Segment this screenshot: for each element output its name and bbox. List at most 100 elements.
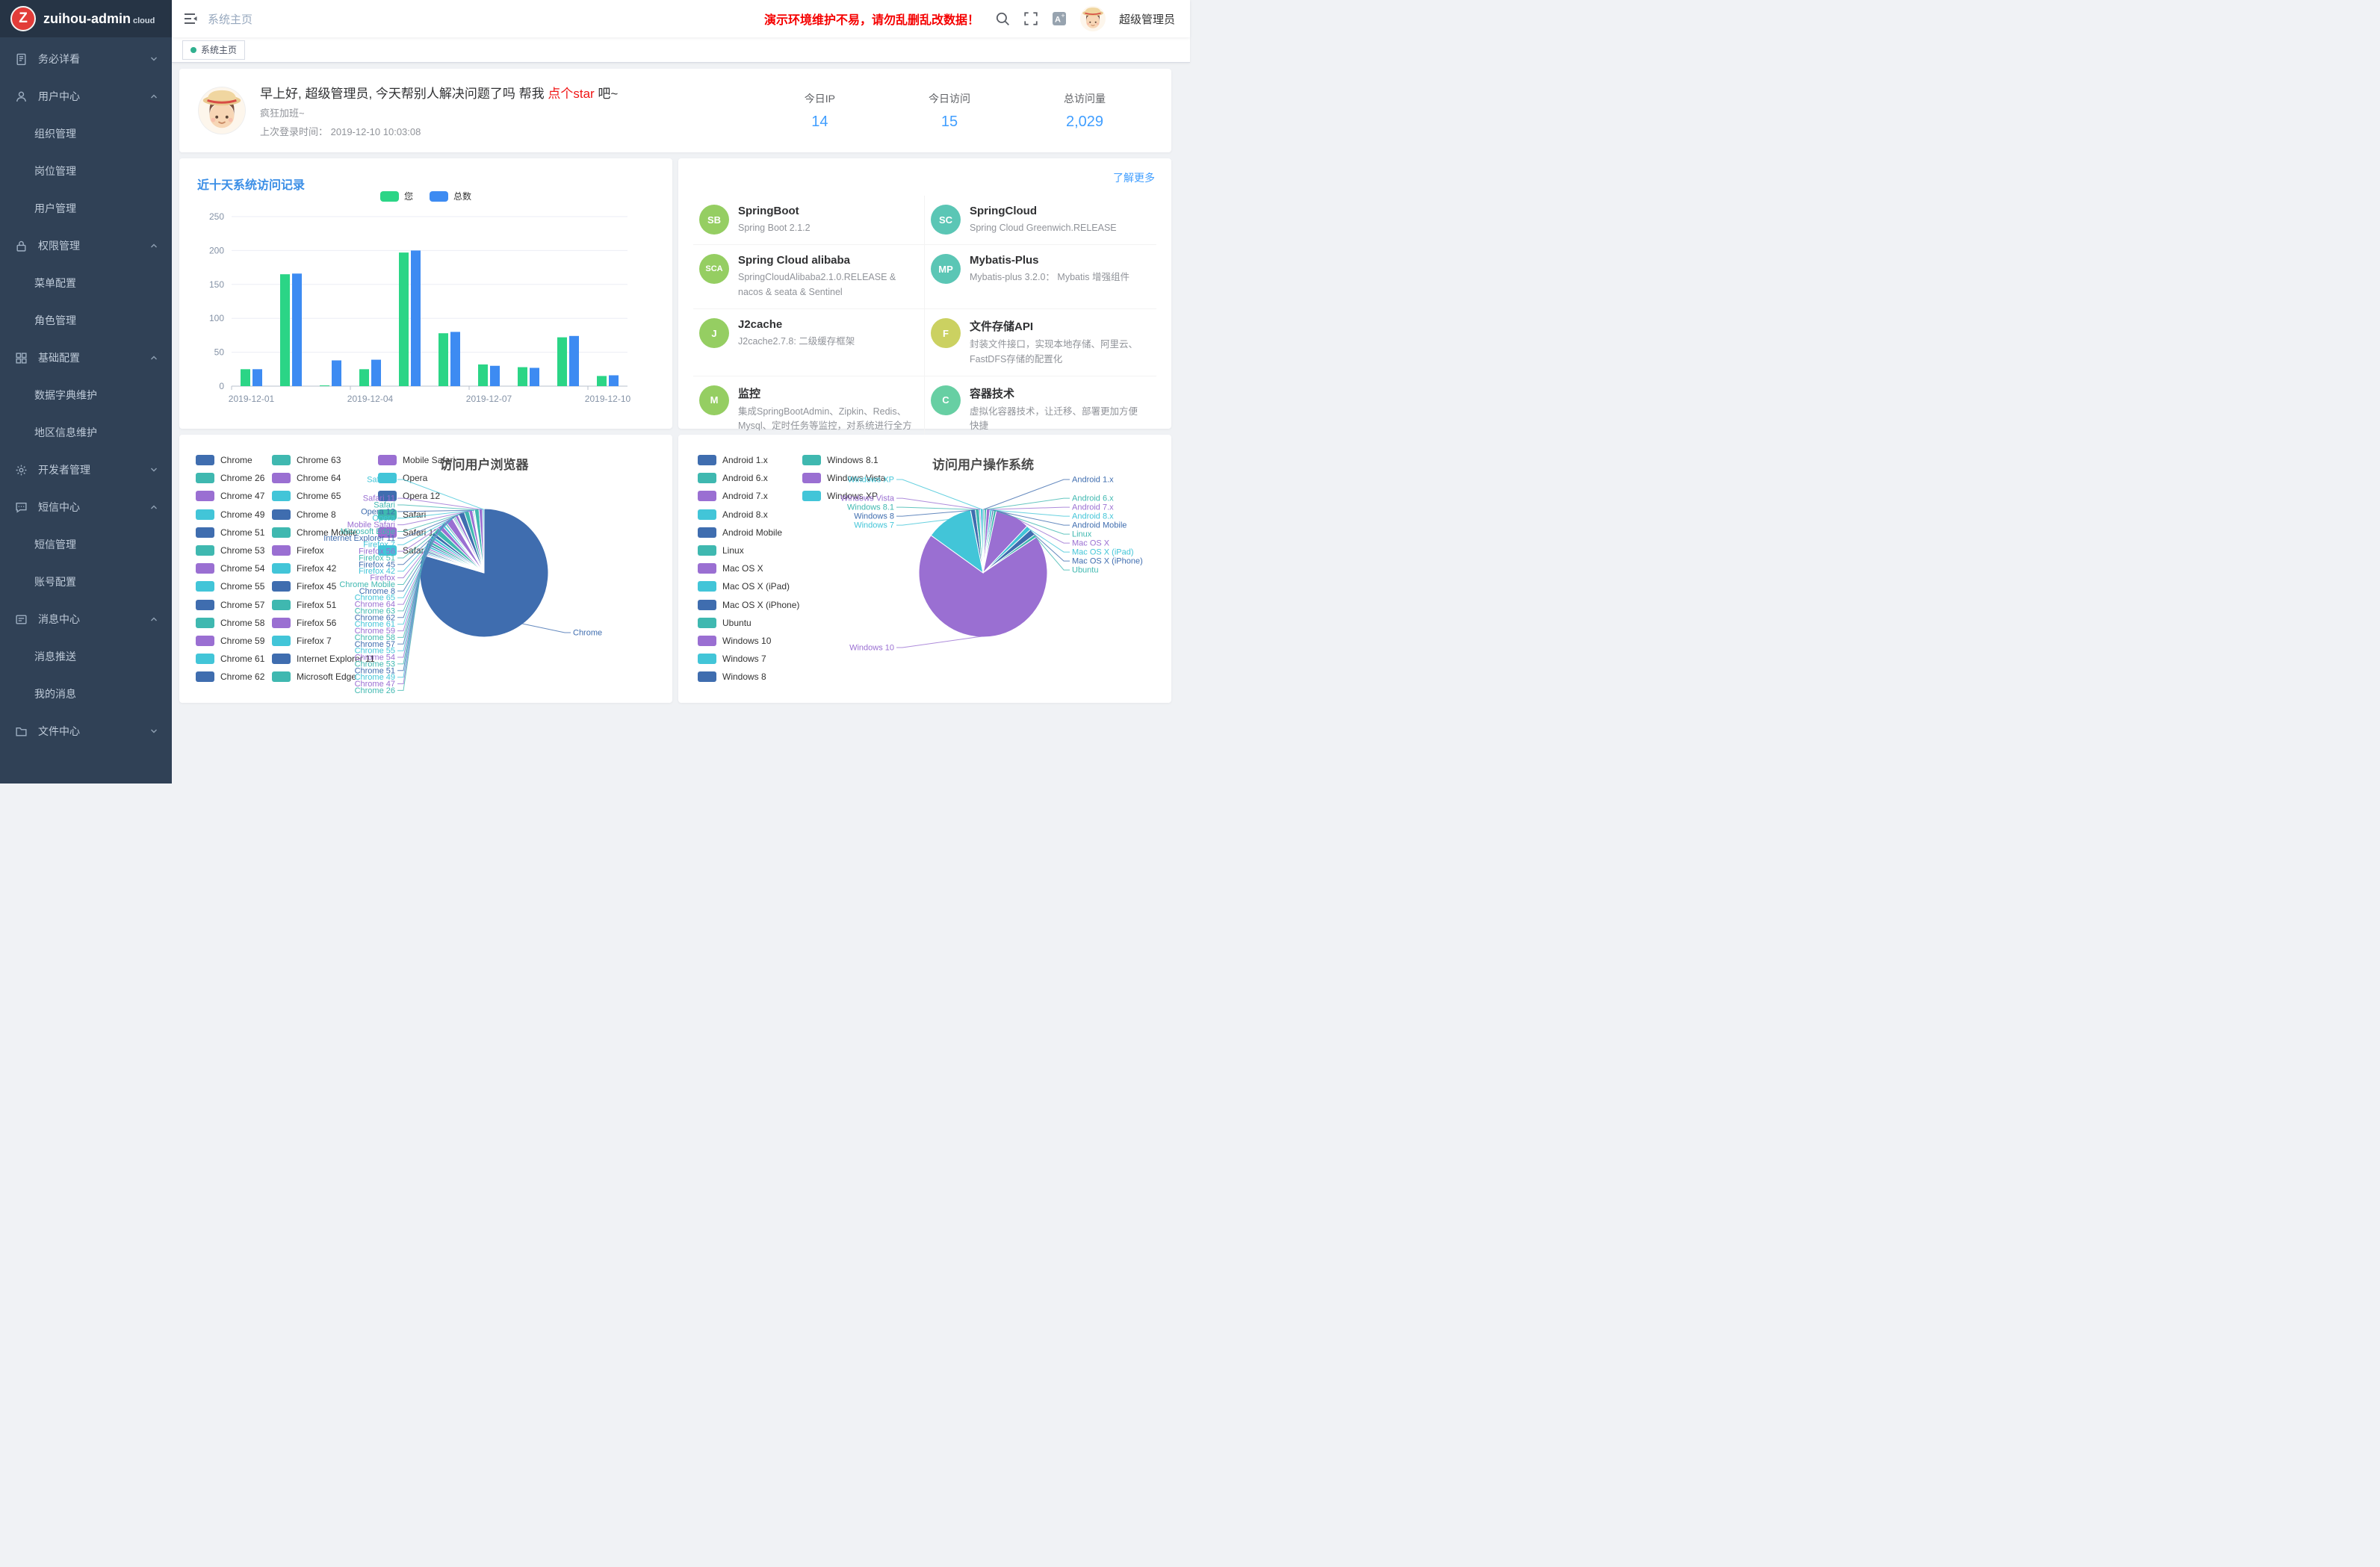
legend-item-chrome-mobile[interactable]: Chrome Mobile (272, 524, 375, 542)
sidebar-item-6[interactable]: 消息中心 (0, 601, 172, 638)
sidebar-subitem-6-1[interactable]: 我的消息 (0, 675, 172, 713)
legend-item-mac-os-x-iphone[interactable]: Mac OS X (iPhone) (698, 596, 799, 614)
legend-label: Microsoft Edge (297, 671, 356, 682)
legend-item-chrome-54[interactable]: Chrome 54 (196, 559, 264, 577)
legend-label: Windows 10 (722, 636, 771, 646)
legend-item-android-mobile[interactable]: Android Mobile (698, 524, 799, 542)
legend-item-mac-os-x[interactable]: Mac OS X (698, 559, 799, 577)
legend-item-opera-12[interactable]: Opera 12 (378, 487, 455, 505)
breadcrumb[interactable]: 系统主页 (208, 11, 252, 27)
legend-item-linux[interactable]: Linux (698, 542, 799, 559)
legend-swatch (698, 636, 716, 646)
legend-item-firefox-42[interactable]: Firefox 42 (272, 559, 375, 577)
sidebar-subitem-3-0[interactable]: 数据字典维护 (0, 376, 172, 414)
svg-text:200: 200 (209, 245, 224, 255)
legend-item-ubuntu[interactable]: Ubuntu (698, 614, 799, 632)
sidebar-item-3[interactable]: 基础配置 (0, 339, 172, 376)
sidebar-item-7[interactable]: 文件中心 (0, 713, 172, 750)
legend-item-firefox-7[interactable]: Firefox 7 (272, 632, 375, 650)
legend-item-chrome-53[interactable]: Chrome 53 (196, 542, 264, 559)
legend-swatch (698, 491, 716, 501)
legend-item-chrome-62[interactable]: Chrome 62 (196, 668, 264, 686)
sidebar-subitem-5-0[interactable]: 短信管理 (0, 526, 172, 563)
legend-item-chrome-26[interactable]: Chrome 26 (196, 469, 264, 487)
tab-home[interactable]: 系统主页 (182, 40, 245, 60)
sidebar-item-0[interactable]: 务必详看 (0, 40, 172, 78)
navbar-actions: A+ 超级管理员 (995, 6, 1175, 31)
legend-item-android-6-x[interactable]: Android 6.x (698, 469, 799, 487)
project-item-springboot[interactable]: SBSpringBootSpring Boot 2.1.2 (693, 196, 925, 245)
sidebar-subitem-5-1[interactable]: 账号配置 (0, 563, 172, 601)
legend-item-total[interactable]: 总数 (430, 190, 471, 202)
legend-item-mac-os-x-ipad[interactable]: Mac OS X (iPad) (698, 577, 799, 595)
app-logo[interactable]: Z zuihou-admincloud (0, 0, 172, 37)
star-link[interactable]: 点个star (548, 87, 594, 101)
legend-label: Windows XP (827, 491, 878, 501)
sidebar-item-2[interactable]: 权限管理 (0, 227, 172, 264)
sidebar-subitem-2-1[interactable]: 角色管理 (0, 302, 172, 339)
user-avatar[interactable] (1080, 6, 1106, 31)
project-item-mybatis-plus[interactable]: MPMybatis-PlusMybatis-plus 3.2.0： Mybati… (925, 245, 1156, 309)
legend-item-chrome-55[interactable]: Chrome 55 (196, 577, 264, 595)
project-title: 文件存储API (970, 318, 1146, 334)
sidebar-item-label: 务必详看 (38, 52, 157, 66)
legend-item-microsoft-edge[interactable]: Microsoft Edge (272, 668, 375, 686)
sidebar-item-5[interactable]: 短信中心 (0, 488, 172, 526)
legend-item-chrome-58[interactable]: Chrome 58 (196, 614, 264, 632)
legend-item-chrome-61[interactable]: Chrome 61 (196, 650, 264, 668)
project-item-j2cache[interactable]: JJ2cacheJ2cache2.7.8: 二级缓存框架 (693, 309, 925, 376)
os-pie-title: 访问用户操作系统 (871, 454, 1095, 473)
legend-label: 总数 (453, 190, 471, 202)
font-size-icon[interactable]: A+ (1052, 11, 1067, 26)
username-text[interactable]: 超级管理员 (1119, 11, 1175, 27)
sidebar-subitem-1-2[interactable]: 用户管理 (0, 190, 172, 227)
legend-item-chrome-64[interactable]: Chrome 64 (272, 469, 375, 487)
legend-label: Opera (403, 473, 427, 483)
sidebar-item-4[interactable]: 开发者管理 (0, 451, 172, 488)
svg-text:2019-12-04: 2019-12-04 (347, 394, 394, 404)
legend-item-windows-xp[interactable]: Windows XP (802, 487, 885, 505)
legend-item-android-1-x[interactable]: Android 1.x (698, 451, 799, 469)
legend-item-chrome-57[interactable]: Chrome 57 (196, 596, 264, 614)
legend-item-internet-explorer-11[interactable]: Internet Explorer 11 (272, 650, 375, 668)
legend-item-safari[interactable]: Safari (378, 506, 455, 524)
bar--6 (490, 366, 500, 386)
legend-swatch (272, 654, 291, 664)
legend-item-android-8-x[interactable]: Android 8.x (698, 506, 799, 524)
stat-label: 总访问量 (1064, 91, 1106, 106)
legend-item-firefox[interactable]: Firefox (272, 542, 375, 559)
sidebar-subitem-6-0[interactable]: 消息推送 (0, 638, 172, 675)
sidebar-subitem-1-0[interactable]: 组织管理 (0, 115, 172, 152)
legend-item-chrome-63[interactable]: Chrome 63 (272, 451, 375, 469)
legend-item-android-7-x[interactable]: Android 7.x (698, 487, 799, 505)
legend-item-windows-8[interactable]: Windows 8 (698, 668, 799, 686)
legend-item-chrome-47[interactable]: Chrome 47 (196, 487, 264, 505)
sidebar-subitem-2-0[interactable]: 菜单配置 (0, 264, 172, 302)
project-item-springcloud[interactable]: SCSpringCloudSpring Cloud Greenwich.RELE… (925, 196, 1156, 245)
legend-item-you[interactable]: 您 (380, 190, 413, 202)
project-item-api[interactable]: F文件存储API封装文件接口，实现本地存储、阿里云、FastDFS存储的配置化 (925, 309, 1156, 376)
sidebar-toggle-icon[interactable] (182, 11, 197, 26)
legend-item-chrome[interactable]: Chrome (196, 451, 264, 469)
legend-item-windows-10[interactable]: Windows 10 (698, 632, 799, 650)
learn-more-link[interactable]: 了解更多 (1113, 170, 1155, 185)
project-item-spring-cloud-alibaba[interactable]: SCASpring Cloud alibabaSpringCloudAlibab… (693, 245, 925, 309)
legend-label: Chrome 49 (220, 509, 264, 520)
legend-item-chrome-49[interactable]: Chrome 49 (196, 506, 264, 524)
legend-item-windows-7[interactable]: Windows 7 (698, 650, 799, 668)
legend-item-chrome-65[interactable]: Chrome 65 (272, 487, 375, 505)
sidebar-item-1[interactable]: 用户中心 (0, 78, 172, 115)
legend-item-chrome-51[interactable]: Chrome 51 (196, 524, 264, 542)
fullscreen-icon[interactable] (1023, 11, 1038, 26)
legend-item-chrome-8[interactable]: Chrome 8 (272, 506, 375, 524)
project-abbr-badge: SC (931, 205, 961, 235)
legend-label: Chrome 62 (220, 671, 264, 682)
legend-item-firefox-45[interactable]: Firefox 45 (272, 577, 375, 595)
sidebar-subitem-1-1[interactable]: 岗位管理 (0, 152, 172, 190)
legend-item-firefox-56[interactable]: Firefox 56 (272, 614, 375, 632)
search-icon[interactable] (995, 11, 1010, 26)
sidebar-subitem-3-1[interactable]: 地区信息维护 (0, 414, 172, 451)
legend-item-chrome-59[interactable]: Chrome 59 (196, 632, 264, 650)
legend-item-firefox-51[interactable]: Firefox 51 (272, 596, 375, 614)
legend-swatch (430, 191, 448, 202)
